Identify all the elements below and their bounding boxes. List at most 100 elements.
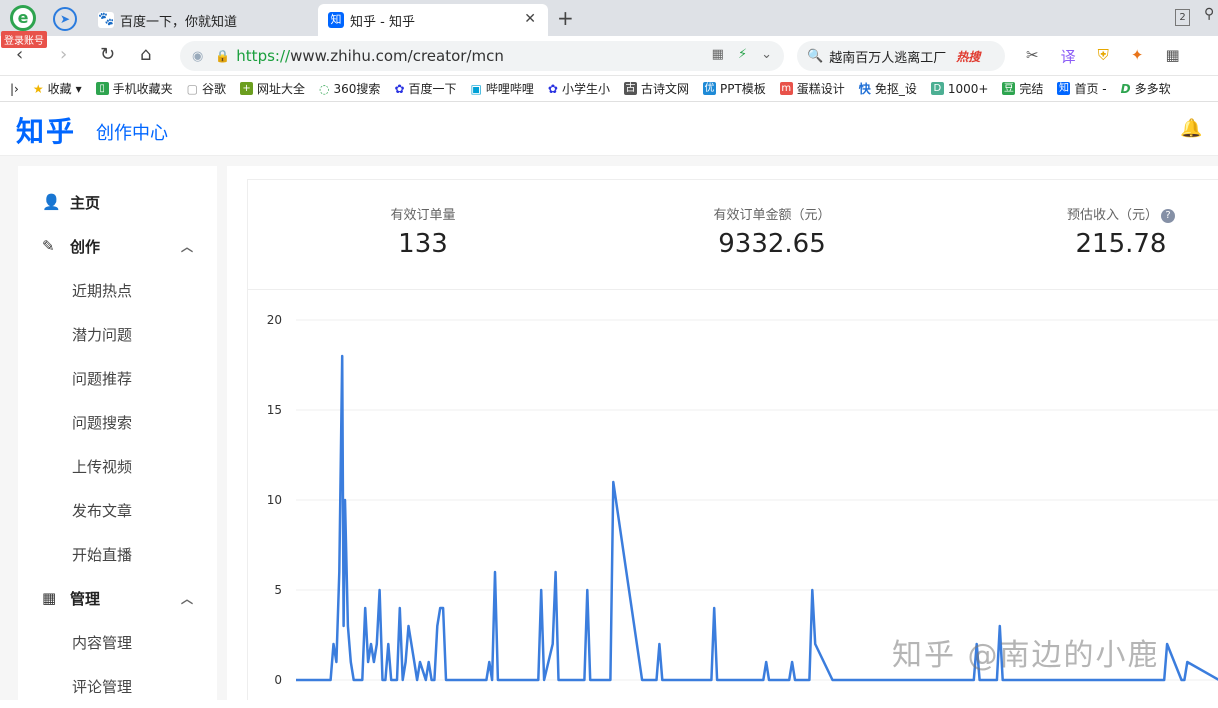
pencil-icon: ✎ [42,237,55,255]
stat-value: 133 [398,229,448,259]
apps-grid-icon[interactable]: ▦ [1165,46,1179,67]
site-info-icon[interactable]: ◉ [192,49,203,64]
search360-icon: ◌ [319,81,330,96]
bookmark-item[interactable]: ✿ 小学生小 [548,80,610,97]
stat-value: 9332.65 [718,229,826,259]
sidebar-item-content-manage[interactable]: 内容管理 [18,620,217,664]
scissors-icon[interactable]: ✂ [1026,46,1039,67]
bookmark-item[interactable]: ★ 收藏 ▾ [33,80,82,97]
shield-icon[interactable]: ⛨ [1098,46,1109,67]
sidebar-item-create[interactable]: ✎ 创作 ︿ [18,224,217,268]
bookmarks-bar: |› ★ 收藏 ▾ ▯ 手机收藏夹 ▢ 谷歌 + 网址大全 ◌ 360搜索 ✿ 百度一下 ▣… [0,76,1218,102]
help-icon[interactable]: ? [1161,209,1175,223]
hot-search-label: 热搜 [956,49,981,64]
url-tools: ▦ ⚡ ⌄ [712,47,772,62]
watermark: 知乎 @南边的小鹿 [892,638,1160,673]
login-account-badge[interactable]: 登录账号 [1,31,47,48]
baidu-paw-icon: 🐾 [98,12,115,28]
sidebar-item-recent-hot[interactable]: 近期热点 [18,268,217,312]
bookmark-item[interactable]: 知首页 - [1057,80,1107,97]
page-body: 👤 主页 ✎ 创作 ︿ 近期热点 潜力问题 问题推荐 问题搜索 上传视频 发布文… [0,156,1218,700]
tab-title: 知乎 - 知乎 [350,14,415,30]
window-count-badge[interactable]: 2 [1175,9,1190,26]
lock-icon: 🔒 [215,49,231,63]
search-box[interactable]: 🔍 越南百万人逃离工厂 热搜 [797,41,1005,71]
bookmark-item[interactable]: ▢ 谷歌 [187,80,226,97]
close-tab-icon[interactable]: ✕ [524,11,536,27]
chevron-up-icon[interactable]: ︿ [181,238,193,255]
y-tick-label: 0 [274,673,282,687]
stat-value: 215.78 [1075,229,1167,259]
duoduo-icon: D [1120,81,1131,96]
url-scheme: https:// [236,47,291,65]
browser-tools: ✂ 译 ⛨ ✦ ▦ [1026,46,1180,67]
stat-label: 有效订单金额（元） [713,208,831,223]
cutout-icon: 快 [858,82,871,96]
address-toolbar: ‹ › ↻ ⌂ ◉ 🔒 https:// www.zhihu.com/creat… [0,36,1218,76]
sidebar-item-manage[interactable]: ▦ 管理 ︿ [18,576,217,620]
sidebar-toggle-icon[interactable]: |› [10,82,19,96]
browser-tab-strip: e ➤ 🐾 百度一下，你就知道 知 知乎 - 知乎 ✕ + 2 ⚲ [0,0,1218,36]
chevron-up-icon[interactable]: ︿ [181,590,193,607]
ppt-icon: 优 [702,82,716,95]
sidebar-item-upload-video[interactable]: 上传视频 [18,444,217,488]
bookmark-item[interactable]: 快免抠_设 [859,80,917,97]
new-tab-plus-icon[interactable]: + [557,6,574,30]
y-tick-label: 5 [274,583,282,597]
sidebar-item-publish-article[interactable]: 发布文章 [18,488,217,532]
chevron-down-icon[interactable]: ⌄ [761,47,772,62]
bookmark-item[interactable]: 豆完结 [1002,80,1043,97]
translate-icon[interactable]: 译 [1061,46,1076,67]
page-icon: ▢ [186,81,199,96]
search-query: 越南百万人逃离工厂 [829,50,947,66]
bookmark-item[interactable]: ▣ 哔哩哔哩 [471,80,534,97]
reload-icon[interactable]: ↻ [100,44,115,65]
bean-icon: 豆 [1002,82,1016,95]
sidebar-item-start-live[interactable]: 开始直播 [18,532,217,576]
stat-label: 有效订单量 [390,208,456,223]
stat-estimated-income: 预估收入（元）? 215.78 [1001,204,1218,259]
y-tick-label: 20 [267,313,282,327]
bookmark-item[interactable]: ▯ 手机收藏夹 [95,80,173,97]
bookmark-item[interactable]: + 网址大全 [240,80,305,97]
pin-icon[interactable]: ⚲ [1204,6,1214,22]
sidebar-item-home[interactable]: 👤 主页 [18,180,217,224]
creator-center-title[interactable]: 创作中心 [96,119,168,145]
url-bar[interactable]: ◉ 🔒 https:// www.zhihu.com/creator/mcn ▦… [180,41,784,71]
bookmark-item[interactable]: 古古诗文网 [623,80,689,97]
forward-arrow-icon[interactable]: › [60,44,67,65]
baidu-paw-icon: ✿ [394,81,405,96]
stat-valid-orders: 有效订单量 133 [303,204,543,259]
zhihu-favicon-icon: 知 [328,12,344,28]
tab-baidu[interactable]: 🐾 百度一下，你就知道 [88,4,316,36]
y-tick-label: 15 [267,403,282,417]
tab-zhihu[interactable]: 知 知乎 - 知乎 ✕ [318,4,548,36]
qr-code-icon[interactable]: ▦ [712,47,724,62]
bookmark-item[interactable]: ✿ 百度一下 [394,80,456,97]
poem-icon: 古 [623,82,637,95]
stat-valid-order-amount: 有效订单金额（元） 9332.65 [652,204,892,259]
bookmark-item[interactable]: D 多多软 [1121,80,1171,97]
navigation-arrow-icon[interactable]: ➤ [53,7,77,31]
y-tick-label: 10 [267,493,282,507]
home-icon[interactable]: ⌂ [140,44,151,65]
url-path: www.zhihu.com/creator/mcn [290,47,504,65]
lightning-icon[interactable]: ⚡ [738,47,747,62]
sidebar-item-comment-manage[interactable]: 评论管理 [18,664,217,708]
baidu-paw-icon: ✿ [547,81,558,96]
cake-icon: m [779,82,793,95]
zhihu-logo[interactable]: 知乎 [16,110,76,150]
sidebar-item-question-search[interactable]: 问题搜索 [18,400,217,444]
bookmark-item[interactable]: D 1000+ [930,82,988,96]
bookmark-item[interactable]: m 蛋糕设计 [779,80,845,97]
sidebar-item-question-recommend[interactable]: 问题推荐 [18,356,217,400]
stats-summary: 有效订单量 133 有效订单金额（元） 9332.65 预估收入（元）? 215… [247,180,1218,290]
bookmark-item[interactable]: 优 PPT模板 [702,80,766,97]
bell-icon[interactable]: 🔔 [1180,118,1202,139]
browser-logo-icon[interactable]: e [10,5,36,31]
d-icon: D [930,82,944,95]
bookmark-item[interactable]: ◌ 360搜索 [319,80,380,97]
sidebar-item-potential-questions[interactable]: 潜力问题 [18,312,217,356]
game-icon[interactable]: ✦ [1131,46,1144,67]
bilibili-icon: ▣ [470,81,482,96]
